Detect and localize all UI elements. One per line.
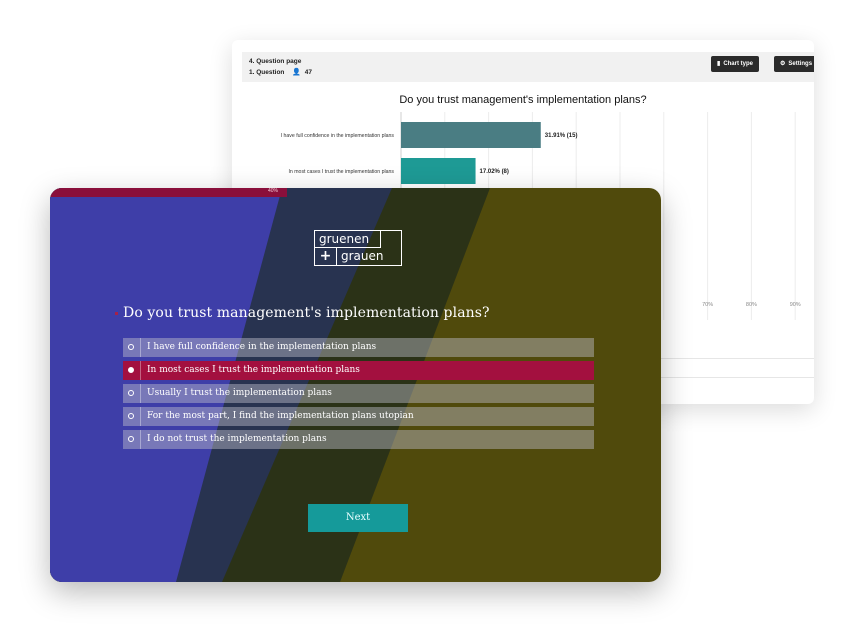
x-tick-label: 90% xyxy=(790,302,801,308)
radio-button[interactable] xyxy=(128,390,134,396)
answer-label: I do not trust the implementation plans xyxy=(147,434,327,444)
value-label: 17.02% (8) xyxy=(480,169,509,175)
answer-option-selected[interactable]: In most cases I trust the implementation… xyxy=(123,361,594,380)
next-button[interactable]: Next xyxy=(308,504,408,532)
answer-label: I have full confidence in the implementa… xyxy=(147,342,377,352)
radio-button[interactable] xyxy=(128,413,134,419)
question-text: Do you trust management's implementation… xyxy=(123,305,490,321)
answer-option[interactable]: For the most part, I find the implementa… xyxy=(123,407,594,426)
radio-button[interactable] xyxy=(128,367,134,373)
category-label: I have full confidence in the implementa… xyxy=(281,133,395,139)
question-marker xyxy=(115,312,118,315)
answer-option[interactable]: Usually I trust the implementation plans xyxy=(123,384,594,403)
answer-option[interactable]: I do not trust the implementation plans xyxy=(123,430,594,449)
survey-card: 40% gruenen + grauen Do you trust manage… xyxy=(50,188,661,582)
radio-cell xyxy=(123,384,141,403)
bar xyxy=(401,158,476,184)
x-tick-label: 80% xyxy=(746,302,757,308)
progress-bar xyxy=(50,188,287,197)
radio-cell xyxy=(123,338,141,357)
radio-button[interactable] xyxy=(128,436,134,442)
radio-cell xyxy=(123,407,141,426)
logo-plus: + xyxy=(315,248,337,265)
radio-cell xyxy=(123,430,141,449)
bar xyxy=(401,122,541,148)
x-tick-label: 70% xyxy=(702,302,713,308)
progress-label: 40% xyxy=(268,188,279,194)
category-label: In most cases I trust the implementation… xyxy=(288,169,394,175)
logo: gruenen + grauen xyxy=(314,230,402,266)
answer-label: For the most part, I find the implementa… xyxy=(147,411,414,421)
answer-label: Usually I trust the implementation plans xyxy=(147,388,332,398)
answer-label: In most cases I trust the implementation… xyxy=(147,365,360,375)
radio-cell xyxy=(123,361,141,380)
radio-button[interactable] xyxy=(128,344,134,350)
logo-text-bottom: grauen xyxy=(341,249,384,263)
answer-option[interactable]: I have full confidence in the implementa… xyxy=(123,338,594,357)
logo-text-top: gruenen xyxy=(315,231,381,248)
value-label: 31.91% (15) xyxy=(545,133,578,139)
